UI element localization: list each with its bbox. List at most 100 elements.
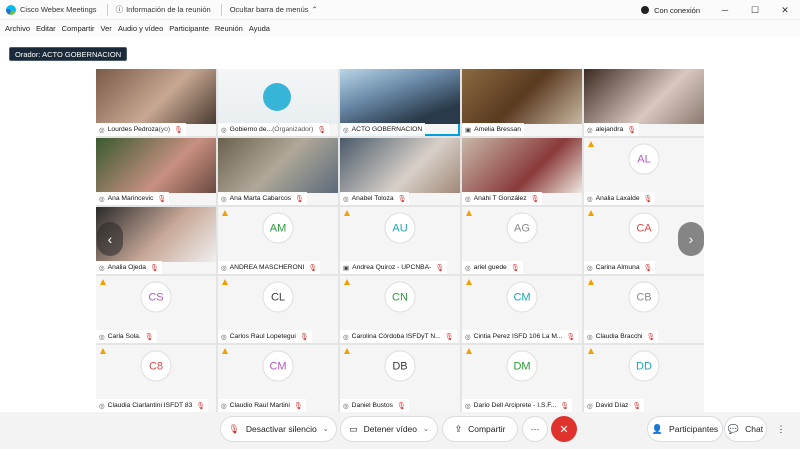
headset-icon: ◎ [587, 333, 593, 341]
warning-icon [588, 141, 594, 147]
mic-muted-icon: 🎙 [530, 195, 540, 203]
participant-role: (Organizador) [272, 126, 314, 133]
share-button[interactable]: ⇪ Compartir [442, 416, 518, 442]
participant-name: Dario Dell Arciprete - I.S.F... [473, 402, 557, 409]
meeting-controls: 🎙 Desactivar silencio ⌄ ▭ Detener vídeo … [0, 412, 800, 449]
participant-name-bar: ◎ Anabel Toloza 🎙 [340, 192, 410, 205]
headset-icon: ◎ [221, 195, 227, 203]
chevron-up-icon: ⌃ [311, 5, 318, 14]
participant-tile[interactable]: ◎ Anabel Toloza 🎙 [340, 138, 460, 205]
more-options-button[interactable]: ··· [522, 416, 548, 442]
participant-tile[interactable]: ◎ Anahi T González 🎙 [462, 138, 582, 205]
participant-name-bar: ◎ Carla Sola. 🎙 [96, 330, 157, 343]
next-page-button[interactable]: › [678, 222, 704, 256]
leave-meeting-button[interactable]: ✕ [551, 416, 577, 442]
menu-archivo[interactable]: Archivo [5, 24, 30, 33]
participant-name: Lourdes Pedroza [107, 126, 159, 133]
participant-tile[interactable]: ◎ Ana Marta Cabarcos 🎙 [218, 138, 338, 205]
warning-icon [344, 210, 350, 216]
participant-tile[interactable]: DB ◎ Daniel Bustos 🎙 [340, 345, 460, 412]
headset-icon: ◎ [587, 195, 593, 203]
stop-video-button[interactable]: ▭ Detener vídeo ⌄ [340, 416, 438, 442]
warning-icon [466, 210, 472, 216]
connection-status[interactable]: Con conexión [641, 6, 700, 15]
warning-icon [222, 348, 228, 354]
participant-tile[interactable]: ◎ ACTO GOBERNACION [340, 69, 460, 136]
menu-participante[interactable]: Participante [169, 24, 209, 33]
participant-tile[interactable]: CS ◎ Carla Sola. 🎙 [96, 276, 216, 343]
participant-name-bar: ◎ ANDREA MASCHERONI 🎙 [218, 261, 321, 274]
participant-video [462, 69, 582, 124]
stop-video-label: Detener vídeo [363, 424, 418, 434]
participant-video [218, 69, 338, 124]
mic-muted-icon: 🎙 [632, 402, 642, 410]
hide-menu-label: Ocultar barra de menús [229, 5, 309, 14]
participant-tile[interactable]: AL ◎ Analia Laxalde 🎙 [584, 138, 704, 205]
participant-tile[interactable]: DD ◎ David Díaz 🎙 [584, 345, 704, 412]
warning-icon [344, 348, 350, 354]
minimize-button[interactable]: ─ [710, 0, 740, 20]
headset-icon: ◎ [99, 402, 105, 410]
avatar: CS [140, 281, 172, 313]
participant-name-bar: ◎ Claudia Ciarlantini ISFDT 83 🎙 [96, 399, 209, 412]
previous-page-button[interactable]: ‹ [97, 222, 123, 256]
participants-button[interactable]: 👤 Participantes [647, 416, 723, 442]
unmute-button[interactable]: 🎙 Desactivar silencio ⌄ [220, 416, 337, 442]
participant-name: Claudia Bracchi [595, 333, 643, 340]
participant-name: Anahi T González [473, 195, 527, 202]
menu-audio-video[interactable]: Audio y vídeo [118, 24, 163, 33]
participant-name-bar: ◎ Cintia Perez ISFD 106 La M... 🎙 [462, 330, 579, 343]
participant-tile[interactable]: DM ◎ Dario Dell Arciprete - I.S.F... 🎙 [462, 345, 582, 412]
close-window-button[interactable]: ✕ [770, 0, 800, 20]
participant-tile[interactable]: ◎ Lourdes Pedroza (yo) 🎙 [96, 69, 216, 136]
maximize-button[interactable]: ☐ [740, 0, 770, 20]
participant-tile[interactable]: ◎ alejandra 🎙 [584, 69, 704, 136]
headset-icon: ◎ [465, 402, 471, 410]
menu-reunion[interactable]: Reunión [215, 24, 243, 33]
meeting-info-button[interactable]: ⓘ Información de la reunión [116, 4, 211, 15]
participant-name-bar: ◎ Claudio Raul Martini 🎙 [218, 399, 306, 412]
participant-video [96, 69, 216, 124]
participant-tile[interactable]: CM ◎ Cintia Perez ISFD 106 La M... 🎙 [462, 276, 582, 343]
menu-bar: Archivo Editar Compartir Ver Audio y víd… [0, 20, 800, 37]
app-title: Cisco Webex Meetings [20, 5, 97, 14]
participant-name-bar: ◎ alejandra 🎙 [584, 123, 640, 136]
participant-tile[interactable]: C8 ◎ Claudia Ciarlantini ISFDT 83 🎙 [96, 345, 216, 412]
mic-muted-icon: 🎙 [228, 423, 240, 434]
participant-name-bar: ◎ ACTO GOBERNACION [340, 123, 426, 136]
participant-name: Gobierno de... [229, 126, 273, 133]
participant-tile[interactable]: ◎ Ana Marincevic 🎙 [96, 138, 216, 205]
mic-muted-icon: 🎙 [174, 126, 184, 134]
warning-icon [588, 279, 594, 285]
participant-name-bar: ◎ Anahi T González 🎙 [462, 192, 543, 205]
participant-tile[interactable]: CN ◎ Carolina Córdoba ISFDyT N... 🎙 [340, 276, 460, 343]
participant-tile[interactable]: ◎ Gobierno de... (Organizador) 🎙 [218, 69, 338, 136]
more-panels-button[interactable]: ⋮ [768, 416, 794, 442]
headset-icon: ◎ [465, 264, 471, 272]
chat-button[interactable]: 💬 Chat [724, 416, 767, 442]
avatar: AG [506, 212, 538, 244]
participant-name-bar: ▣ Amelia Bressan [462, 123, 524, 136]
participant-tile[interactable]: AM ◎ ANDREA MASCHERONI 🎙 [218, 207, 338, 274]
headset-icon: ◎ [221, 126, 227, 134]
menu-compartir[interactable]: Compartir [62, 24, 95, 33]
participant-video [462, 138, 582, 193]
participant-tile[interactable]: CB ◎ Claudia Bracchi 🎙 [584, 276, 704, 343]
hide-menu-bar-button[interactable]: Ocultar barra de menús ⌃ [230, 5, 318, 14]
headset-icon: ◎ [99, 264, 105, 272]
menu-ver[interactable]: Ver [101, 24, 112, 33]
participant-tile[interactable]: CM ◎ Claudio Raul Martini 🎙 [218, 345, 338, 412]
participant-tile[interactable]: ▣ Amelia Bressan [462, 69, 582, 136]
participant-name-bar: ◎ Analia Ojeda 🎙 [96, 261, 162, 274]
menu-editar[interactable]: Editar [36, 24, 56, 33]
menu-ayuda[interactable]: Ayuda [249, 24, 270, 33]
participant-video [96, 138, 216, 193]
participant-tile[interactable]: AU ▣ Andrea Quiroz - UPCNBA- 🎙 [340, 207, 460, 274]
avatar: AU [384, 212, 416, 244]
unmute-label: Desactivar silencio [245, 424, 317, 434]
warning-icon [466, 348, 472, 354]
chat-label: Chat [745, 424, 764, 434]
participant-tile[interactable]: CL ◎ Carlos Raul Lopetegui 🎙 [218, 276, 338, 343]
participant-tile[interactable]: AG ◎ ariel guede 🎙 [462, 207, 582, 274]
headset-icon: ◎ [221, 333, 227, 341]
